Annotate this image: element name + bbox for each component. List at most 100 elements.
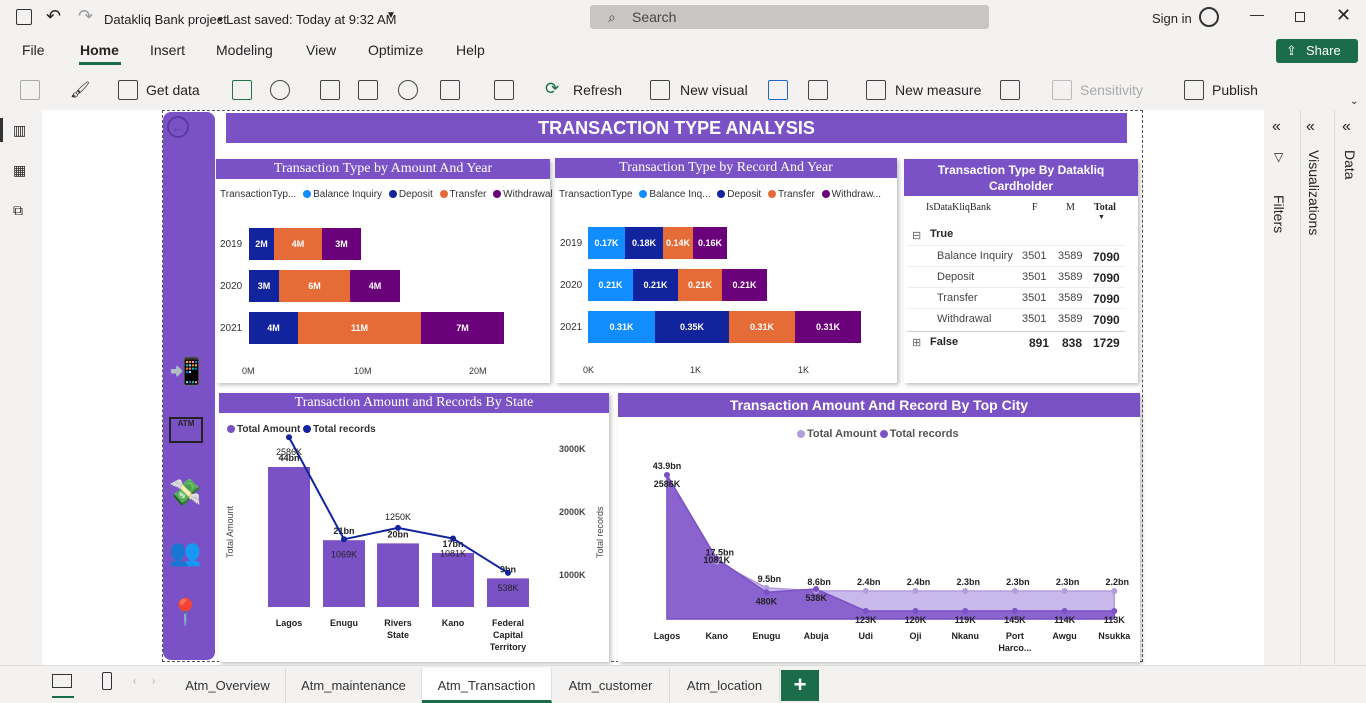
recent-sources-icon[interactable] bbox=[440, 80, 460, 100]
location-pin-icon[interactable]: 📍 bbox=[169, 597, 201, 628]
report-view-icon[interactable]: ▥ bbox=[13, 122, 26, 139]
bar-transfer[interactable]: 4M bbox=[274, 228, 322, 260]
bar-deposit[interactable]: 0.21K bbox=[633, 269, 678, 301]
bar-transfer[interactable]: 0.14K bbox=[663, 227, 693, 259]
bar-withdrawal[interactable]: 0.16K bbox=[693, 227, 727, 259]
refresh-icon[interactable]: ⟳ bbox=[545, 79, 559, 99]
tab-atm-customer[interactable]: Atm_customer bbox=[552, 668, 670, 703]
bar-deposit[interactable]: 0.18K bbox=[625, 227, 663, 259]
mobile-payment-icon[interactable]: 📲 bbox=[169, 356, 201, 387]
matrix-header: Total bbox=[1094, 202, 1116, 213]
x-tick: Awgu bbox=[1052, 631, 1076, 641]
chevron-down-icon[interactable]: ▼ bbox=[386, 10, 396, 21]
visualizations-pane-label[interactable]: Visualizations bbox=[1306, 150, 1322, 235]
model-view-icon[interactable]: ⧉ bbox=[13, 202, 23, 219]
filters-pane-label[interactable]: Filters bbox=[1271, 195, 1287, 233]
bar-withdrawal[interactable]: 0.21K bbox=[722, 269, 767, 301]
desktop-layout-icon[interactable] bbox=[52, 674, 72, 688]
text-box-icon[interactable] bbox=[768, 80, 788, 100]
collapse-visualizations-icon[interactable]: « bbox=[1306, 118, 1315, 136]
search-input[interactable]: ⌕ Search bbox=[590, 5, 989, 29]
refresh-button[interactable]: Refresh bbox=[573, 82, 622, 98]
chart-legend: TransactionTyp... Balance Inquiry Deposi… bbox=[220, 189, 553, 200]
sql-icon[interactable] bbox=[320, 80, 340, 100]
add-page-button[interactable]: + bbox=[781, 670, 819, 701]
quick-measure-icon[interactable] bbox=[1000, 80, 1020, 100]
money-transfer-icon[interactable]: 💸 bbox=[169, 477, 201, 508]
get-data-icon[interactable] bbox=[118, 80, 138, 100]
bar-transfer[interactable]: 0.31K bbox=[729, 311, 795, 343]
sign-in-link[interactable]: Sign in bbox=[1152, 11, 1192, 26]
sort-icon[interactable]: ▼ bbox=[1098, 214, 1105, 221]
amount-by-year-chart[interactable]: Transaction Type by Amount And Year Tran… bbox=[216, 159, 553, 383]
new-measure-button[interactable]: New measure bbox=[895, 82, 981, 98]
tab-atm-overview[interactable]: Atm_Overview bbox=[170, 668, 286, 703]
minimize-icon[interactable]: — bbox=[1250, 6, 1264, 22]
calculator-icon[interactable] bbox=[866, 80, 886, 100]
tab-atm-location[interactable]: Atm_location bbox=[670, 668, 780, 703]
records-point bbox=[395, 524, 401, 531]
menu-home[interactable]: Home bbox=[80, 42, 119, 58]
bar-transfer[interactable]: 11M bbox=[298, 312, 421, 344]
enter-data-icon[interactable] bbox=[358, 80, 378, 100]
publish-button[interactable]: Publish bbox=[1212, 82, 1258, 98]
maximize-icon[interactable] bbox=[1295, 12, 1305, 22]
collapse-filters-icon[interactable]: « bbox=[1272, 118, 1281, 136]
redo-icon[interactable]: ↷ bbox=[78, 6, 93, 27]
collapse-data-icon[interactable]: « bbox=[1342, 118, 1351, 136]
bar-total-amount bbox=[377, 543, 419, 607]
get-data-button[interactable]: Get data bbox=[146, 82, 200, 98]
bar-transfer[interactable]: 0.21K bbox=[678, 269, 722, 301]
data-pane-label[interactable]: Data bbox=[1342, 150, 1358, 180]
bar-balance[interactable]: 0.21K bbox=[588, 269, 633, 301]
collapse-ribbon-icon[interactable]: ⌄ bbox=[1350, 96, 1358, 107]
prev-page-icon[interactable]: ‹ bbox=[133, 676, 136, 687]
amount-records-by-city-chart[interactable]: Transaction Amount And Record By Top Cit… bbox=[618, 393, 1140, 662]
bar-deposit[interactable]: 0.35K bbox=[655, 311, 729, 343]
menu-view[interactable]: View bbox=[306, 42, 336, 58]
bar-transfer[interactable]: 6M bbox=[279, 270, 350, 302]
onelake-icon[interactable] bbox=[270, 80, 290, 100]
avatar[interactable] bbox=[1199, 7, 1219, 27]
bar-withdrawal[interactable]: 7M bbox=[421, 312, 504, 344]
undo-icon[interactable]: ↶ bbox=[46, 6, 61, 27]
tab-atm-maintenance[interactable]: Atm_maintenance bbox=[286, 668, 422, 703]
bar-balance[interactable]: 0.17K bbox=[588, 227, 625, 259]
next-page-icon[interactable]: › bbox=[152, 676, 155, 687]
paste-icon[interactable] bbox=[20, 80, 40, 100]
excel-icon[interactable] bbox=[232, 80, 252, 100]
menu-optimize[interactable]: Optimize bbox=[368, 42, 423, 58]
more-visuals-icon[interactable] bbox=[808, 80, 828, 100]
expand-icon[interactable]: ⊞ bbox=[912, 336, 921, 349]
menu-insert[interactable]: Insert bbox=[150, 42, 185, 58]
share-button[interactable]: ⇪ Share bbox=[1276, 39, 1358, 63]
customers-icon[interactable]: 👥 bbox=[169, 537, 201, 568]
publish-icon[interactable] bbox=[1184, 80, 1204, 100]
new-visual-button[interactable]: New visual bbox=[680, 82, 748, 98]
tab-atm-transaction[interactable]: Atm_Transaction bbox=[422, 668, 552, 703]
bar-withdrawal[interactable]: 3M bbox=[322, 228, 361, 260]
table-view-icon[interactable]: ▦ bbox=[13, 162, 26, 179]
collapse-icon[interactable]: ⊟ bbox=[912, 229, 921, 242]
bar-withdrawal[interactable]: 0.31K bbox=[795, 311, 861, 343]
bar-deposit[interactable]: 4M bbox=[249, 312, 298, 344]
transform-data-icon[interactable] bbox=[494, 80, 514, 100]
new-visual-icon[interactable] bbox=[650, 80, 670, 100]
bar-balance[interactable]: 0.31K bbox=[588, 311, 655, 343]
cardholder-matrix[interactable]: Transaction Type By Datakliq Cardholder … bbox=[904, 159, 1138, 383]
menu-help[interactable]: Help bbox=[456, 42, 485, 58]
menu-modeling[interactable]: Modeling bbox=[216, 42, 273, 58]
format-painter-icon[interactable]: 🖌 bbox=[70, 80, 90, 100]
save-icon[interactable] bbox=[16, 9, 32, 25]
bar-deposit[interactable]: 3M bbox=[249, 270, 279, 302]
bar-deposit[interactable]: 2M bbox=[249, 228, 274, 260]
close-icon[interactable]: ✕ bbox=[1336, 5, 1351, 26]
atm-icon[interactable]: ATM bbox=[169, 417, 203, 443]
back-arrow-icon[interactable]: ← bbox=[167, 116, 189, 138]
dataverse-icon[interactable] bbox=[398, 80, 418, 100]
mobile-layout-icon[interactable] bbox=[102, 672, 112, 690]
menu-file[interactable]: File bbox=[22, 42, 45, 58]
amount-records-by-state-chart[interactable]: Transaction Amount and Records By State … bbox=[219, 393, 609, 662]
record-by-year-chart[interactable]: Transaction Type by Record And Year Tran… bbox=[555, 158, 897, 383]
bar-withdrawal[interactable]: 4M bbox=[350, 270, 400, 302]
